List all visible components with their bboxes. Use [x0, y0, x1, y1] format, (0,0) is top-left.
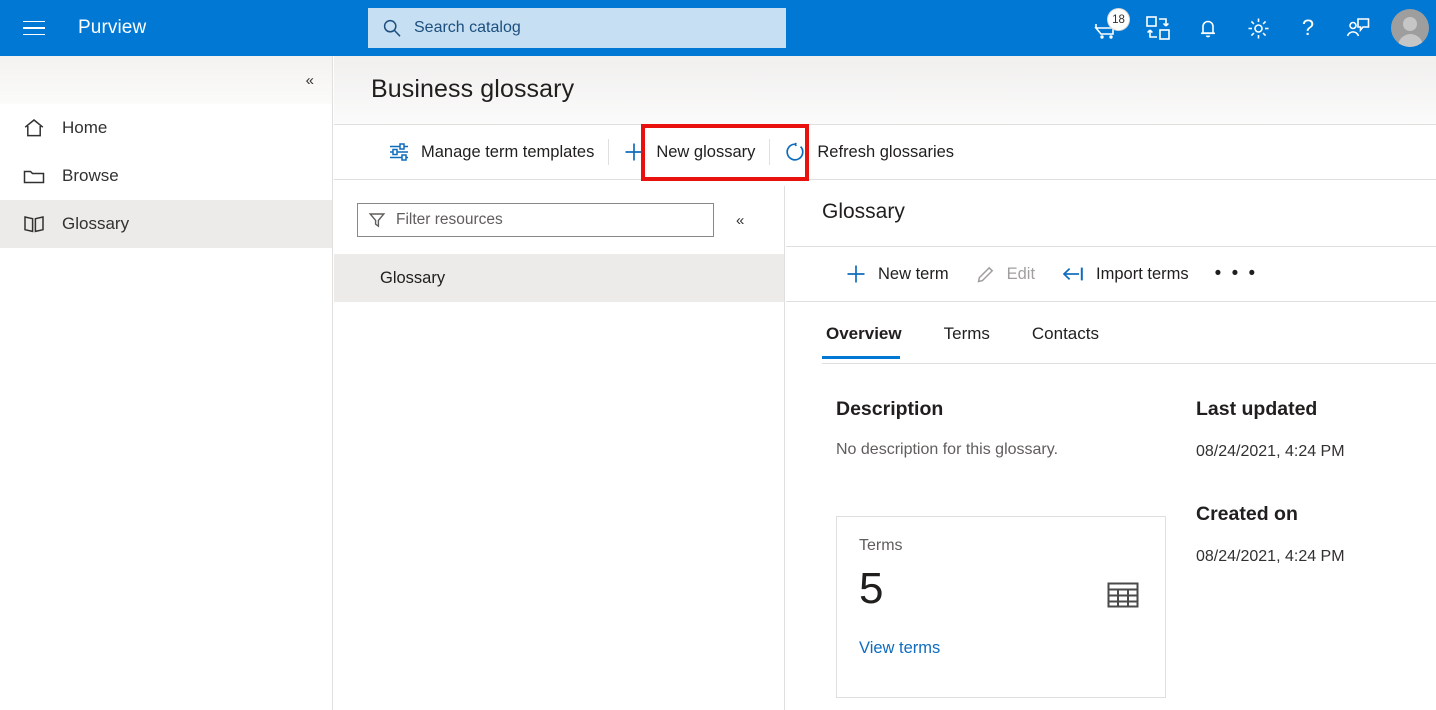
sliders-icon: [388, 141, 410, 163]
search-input[interactable]: Search catalog: [368, 8, 786, 48]
filter-placeholder: Filter resources: [396, 211, 503, 229]
tab-label: Terms: [944, 324, 990, 343]
avatar-circle: [1391, 9, 1429, 47]
feedback-icon[interactable]: [1338, 8, 1378, 48]
description-section: Description No description for this glos…: [836, 398, 1166, 461]
refresh-glossaries-button[interactable]: Refresh glossaries: [770, 125, 968, 179]
glossary-detail-panel: Glossary New term Edit: [786, 186, 1436, 710]
detail-title: Glossary: [822, 200, 905, 224]
help-question-icon[interactable]: ?: [1288, 8, 1328, 48]
avatar[interactable]: [1388, 9, 1426, 47]
sidebar-item-label: Browse: [62, 166, 119, 186]
notifications-bell-icon[interactable]: [1188, 8, 1228, 48]
avatar-body: [1398, 34, 1423, 47]
toolbar-button-label: Refresh glossaries: [817, 143, 954, 162]
data-cart-icon[interactable]: 18: [1088, 8, 1128, 48]
created-on-value: 08/24/2021, 4:24 PM: [1196, 543, 1416, 570]
new-glossary-button[interactable]: New glossary: [609, 125, 769, 179]
page-title: Business glossary: [371, 75, 574, 104]
tab-contacts[interactable]: Contacts: [1028, 316, 1115, 358]
sidebar-collapse-button[interactable]: «: [302, 69, 318, 92]
last-updated-value: 08/24/2021, 4:24 PM: [1196, 438, 1416, 465]
terms-stat-card[interactable]: Terms 5 View terms: [836, 516, 1166, 698]
search-icon: [382, 18, 402, 38]
header-icon-group: 18: [1088, 0, 1426, 56]
sidebar-item-label: Home: [62, 118, 107, 138]
tab-terms[interactable]: Terms: [940, 316, 1006, 358]
tab-label: Contacts: [1032, 324, 1099, 343]
refresh-icon: [784, 141, 806, 163]
app-header: Purview Search catalog 18: [0, 0, 1436, 56]
detail-toolbar-label: Import terms: [1096, 265, 1189, 284]
filter-row: Filter resources «: [334, 186, 784, 254]
filter-resources-input[interactable]: Filter resources: [357, 203, 714, 237]
metadata-section: Last updated 08/24/2021, 4:24 PM Created…: [1196, 398, 1416, 570]
detail-toolbar-label: New term: [878, 265, 949, 284]
svg-text:?: ?: [1302, 15, 1314, 40]
avatar-head: [1403, 17, 1417, 31]
home-icon: [22, 116, 52, 140]
filter-funnel-icon: [368, 211, 386, 229]
overflow-ellipsis-icon: • • •: [1215, 263, 1258, 285]
sidebar-item-label: Glossary: [62, 214, 129, 234]
list-panel-collapse-button[interactable]: «: [736, 212, 744, 229]
sidebar-item-home[interactable]: Home: [0, 104, 332, 152]
plus-icon: [845, 263, 867, 285]
toolbar-button-label: Manage term templates: [421, 143, 594, 162]
description-text: No description for this glossary.: [836, 438, 1166, 461]
new-term-button[interactable]: New term: [832, 247, 962, 301]
settings-gear-icon[interactable]: [1238, 8, 1278, 48]
hamburger-icon[interactable]: [10, 0, 58, 56]
manage-term-templates-button[interactable]: Manage term templates: [374, 125, 608, 179]
search-placeholder: Search catalog: [414, 19, 521, 37]
terms-card-label: Terms: [859, 537, 903, 555]
import-arrow-icon: [1061, 264, 1085, 284]
app-brand-title: Purview: [78, 17, 146, 39]
sidebar: « Home Browse Glossary: [0, 56, 333, 710]
description-heading: Description: [836, 398, 1166, 421]
tab-label: Overview: [826, 324, 902, 343]
metadata-spacer: [1196, 465, 1416, 503]
terms-card-count: 5: [859, 567, 883, 611]
more-options-button[interactable]: • • •: [1202, 247, 1271, 301]
plus-icon: [623, 141, 645, 163]
created-on-heading: Created on: [1196, 503, 1416, 526]
view-terms-link[interactable]: View terms: [859, 639, 940, 658]
list-item-label: Glossary: [380, 269, 445, 288]
sidebar-header: «: [0, 56, 332, 104]
folder-icon: [22, 164, 52, 188]
list-item[interactable]: Glossary: [334, 254, 784, 302]
toolbar-button-label: New glossary: [656, 143, 755, 162]
detail-tabs: Overview Terms Contacts: [822, 316, 1436, 364]
import-terms-button[interactable]: Import terms: [1048, 247, 1202, 301]
book-icon: [22, 212, 52, 236]
table-grid-icon: [1107, 581, 1139, 614]
detail-toolbar-label: Edit: [1007, 265, 1035, 284]
detail-toolbar: New term Edit Import terms • • •: [786, 246, 1436, 302]
tab-overview[interactable]: Overview: [822, 316, 918, 358]
data-map-icon[interactable]: [1138, 8, 1178, 48]
sidebar-item-browse[interactable]: Browse: [0, 152, 332, 200]
sidebar-item-glossary[interactable]: Glossary: [0, 200, 332, 248]
page-toolbar: Manage term templates New glossary Refre…: [334, 124, 1436, 180]
pencil-icon: [975, 264, 996, 285]
resource-list-panel: Filter resources « Glossary: [334, 186, 785, 710]
edit-button: Edit: [962, 247, 1048, 301]
cart-badge-count: 18: [1108, 9, 1129, 30]
last-updated-heading: Last updated: [1196, 398, 1416, 421]
